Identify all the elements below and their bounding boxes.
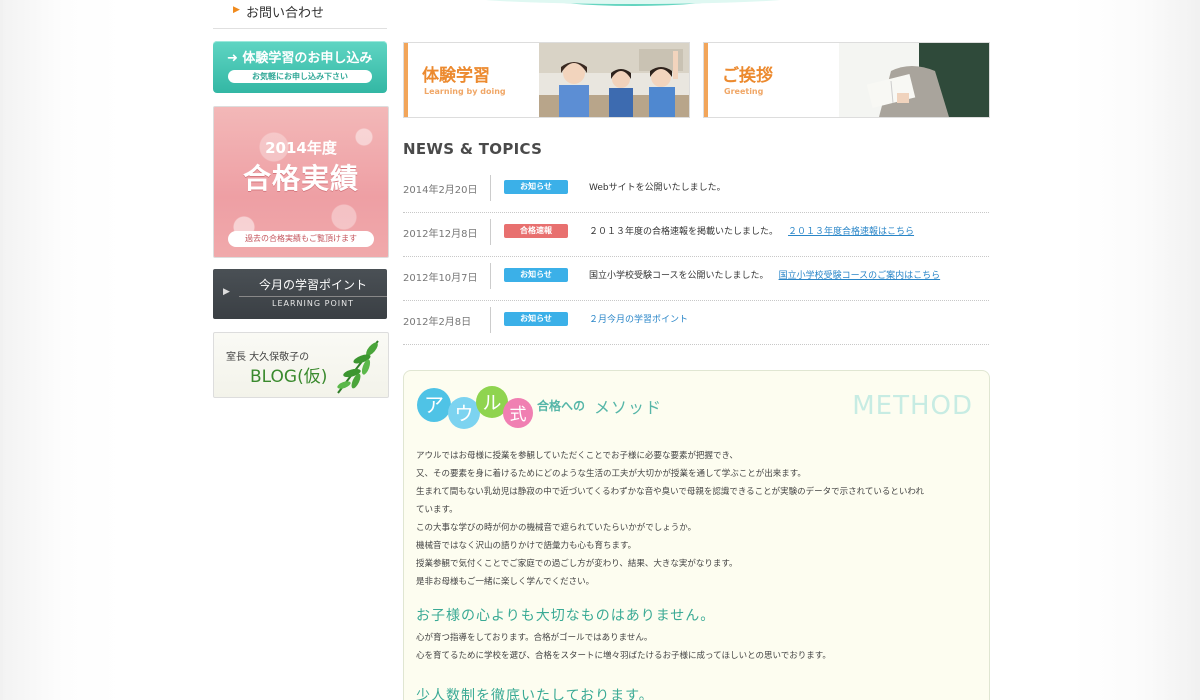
news-link[interactable]: ２月今月の学習ポイント — [589, 315, 688, 325]
learning-point-banner[interactable]: ▶ 今月の学習ポイント LEARNING POINT — [213, 269, 387, 319]
blog-banner[interactable]: 室長 大久保敬子の BLOG(仮) — [213, 332, 389, 398]
greeting-banner[interactable]: ご挨拶 Greeting — [703, 42, 990, 118]
news-date: 2012年12月8日 — [403, 229, 478, 240]
logo-char: ア — [424, 393, 444, 417]
method-watermark: METHOD — [852, 391, 973, 421]
news-text: ２０１３年度の合格速報を掲載いたしました。 ２０１３年度合格速報はこちら — [589, 227, 915, 237]
method-paragraph: 機械音ではなく沢山の語りかけで語彙力も心も育ちます。 — [416, 541, 637, 551]
news-badge-info: お知らせ — [504, 312, 568, 326]
banner-sub: Learning by doing — [424, 87, 506, 96]
divider — [490, 175, 491, 201]
contact-link[interactable]: ▶ お問い合わせ — [213, 0, 387, 29]
contact-link-label: お問い合わせ — [246, 6, 325, 21]
banner-title: ご挨拶 — [722, 66, 773, 86]
trial-lesson-apply-button[interactable]: ➜ 体験学習のお申し込み お気軽にお申し込み下さい — [213, 41, 387, 93]
method-paragraph: 心を育てるために学校を選び、合格をスタートに増々羽ばたけるお子様に成ってほしいと… — [416, 651, 831, 661]
news-row: 2012年10月7日 お知らせ 国立小学校受験コースを公開いたしました。 国立小学… — [403, 256, 989, 301]
trial-apply-label: ➜ 体験学習のお申し込み — [227, 51, 373, 66]
banner-accent-bar — [704, 43, 708, 117]
news-date: 2012年10月7日 — [403, 273, 478, 284]
divider — [490, 263, 491, 289]
trial-apply-sub: お気軽にお申し込み下さい — [228, 70, 372, 83]
banner-title: 体験学習 — [422, 66, 490, 86]
logo-char: ウ — [454, 403, 473, 425]
logo-char: 式 — [510, 405, 527, 425]
method-body: アウルではお母様に授業を参観していただくことでお子様に必要な要素が把握でき、 又… — [416, 447, 981, 591]
leaf-icon — [337, 340, 379, 394]
method-paragraph: ています。 — [416, 505, 458, 515]
learning-point-title: 今月の学習ポイント — [258, 278, 367, 292]
learning-point-sub: LEARNING POINT — [239, 296, 387, 308]
method-heading: お子様の心よりも大切なものはありません。 — [416, 608, 716, 624]
method-paragraph: 心が育つ指導をしております。合格がゴールではありません。 — [416, 633, 653, 643]
news-text: ２月今月の学習ポイント — [589, 312, 688, 325]
divider — [490, 307, 491, 333]
trial-lesson-banner[interactable]: 体験学習 Learning by doing — [403, 42, 690, 118]
method-paragraph: 是非お母様もご一緒に楽しく学んでください。 — [416, 577, 595, 587]
news-text: 国立小学校受験コースを公開いたしました。 国立小学校受験コースのご案内はこちら — [589, 271, 941, 281]
method-logo-sub2: メソッド — [594, 398, 663, 417]
banner-sub: Greeting — [724, 87, 764, 96]
method-section: ア ウ ル 式 合格への メソッド METHOD アウルではお母様に授業を参観し… — [403, 370, 990, 700]
blog-title: 室長 大久保敬子の — [226, 352, 310, 363]
method-logo-sub: 合格への — [537, 399, 586, 413]
news-date: 2012年2月8日 — [403, 317, 472, 328]
pass-results-banner[interactable]: 2014年度 合格実績 過去の合格実績もご覧頂けます — [213, 106, 389, 258]
classroom-photo — [539, 43, 689, 117]
news-section-title: NEWS & TOPICS — [403, 140, 543, 158]
news-date: 2014年2月20日 — [403, 185, 478, 196]
news-badge-result: 合格速報 — [504, 224, 568, 238]
teacher-photo — [839, 43, 989, 117]
banner-accent-bar — [404, 43, 408, 117]
blog-sub: BLOG(仮) — [250, 367, 328, 387]
method-heading: 少人数制を徹底いたしております。 — [416, 688, 654, 700]
results-title: 合格実績 — [242, 162, 359, 195]
news-row: 2014年2月20日 お知らせ Webサイトを公開いたしました。 — [403, 168, 989, 213]
method-paragraph: この大事な学びの時が何かの機械音で遮られていたらいかがでしょうか。 — [416, 523, 697, 533]
page: ▶ お問い合わせ ➜ 体験学習のお申し込み お気軽にお申し込み下さい 2014年… — [3, 0, 1195, 700]
news-badge-info: お知らせ — [504, 180, 568, 194]
method-paragraph: 授業参観で気付くことでご家庭での過ごし方が変わり、結果、大きな実がなります。 — [416, 559, 738, 569]
orange-arrow-icon: ▶ — [233, 5, 240, 15]
news-badge-info: お知らせ — [504, 268, 568, 282]
owl-method-logo: ア ウ ル 式 — [417, 386, 533, 429]
method-paragraph: 生まれて間もない乳幼児は静寂の中で近づいてくるわずかな音や臭いで母親を認識できる… — [416, 487, 924, 497]
news-row: 2012年12月8日 合格速報 ２０１３年度の合格速報を掲載いたしました。 ２０１… — [403, 212, 989, 257]
method-body-2: 心が育つ指導をしております。合格がゴールではありません。 心を育てるために学校を… — [416, 629, 981, 665]
play-icon: ▶ — [223, 287, 230, 297]
method-paragraph: 又、その要素を身に着けるためにどのような生活の工夫が大切かが授業を通して学ぶこと… — [416, 469, 806, 479]
news-row: 2012年2月8日 お知らせ ２月今月の学習ポイント — [403, 300, 989, 345]
header-decoration — [453, 0, 813, 6]
news-text: Webサイトを公開いたしました。 — [589, 183, 726, 193]
news-link[interactable]: ２０１３年度合格速報はこちら — [788, 227, 914, 237]
method-paragraph: アウルではお母様に授業を参観していただくことでお子様に必要な要素が把握でき、 — [416, 451, 738, 461]
results-sub: 過去の合格実績もご覧頂けます — [228, 231, 374, 247]
divider — [490, 219, 491, 245]
results-year: 2014年度 — [265, 139, 337, 157]
logo-char: ル — [482, 392, 501, 414]
news-link[interactable]: 国立小学校受験コースのご案内はこちら — [779, 271, 941, 281]
